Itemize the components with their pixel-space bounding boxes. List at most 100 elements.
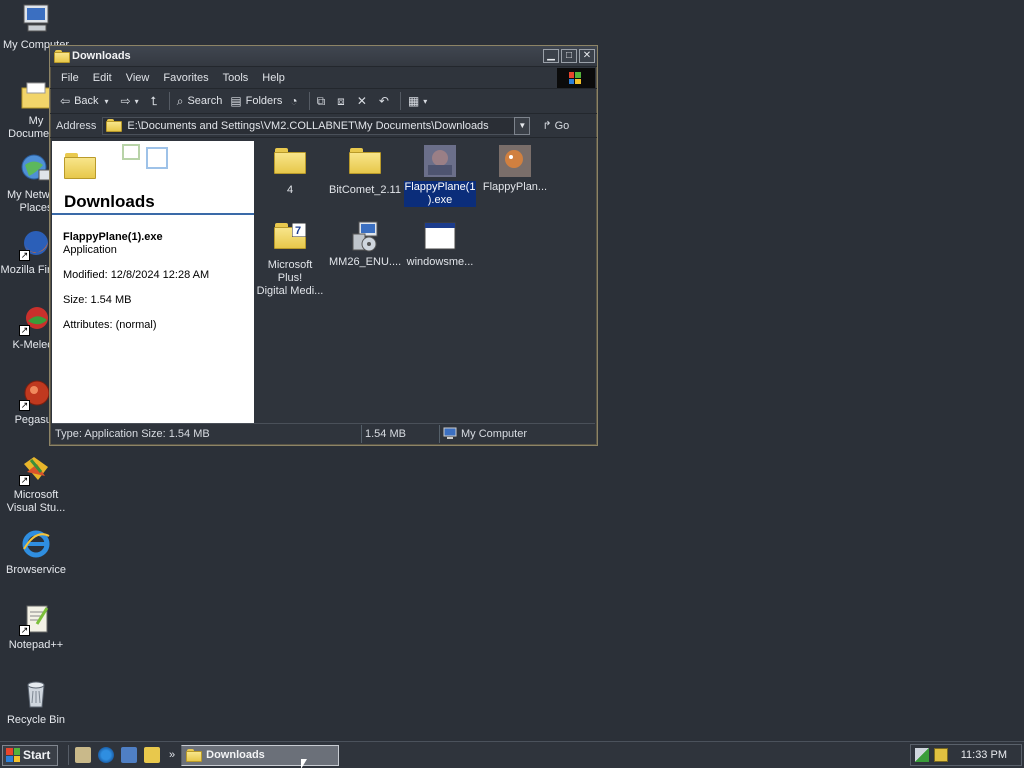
details-pane-title: Downloads xyxy=(64,192,155,211)
windows-explorer-icon[interactable] xyxy=(144,747,160,763)
recycle-bin-icon xyxy=(19,677,53,711)
app-icon xyxy=(499,145,531,177)
views-button[interactable]: ▦ ▾ xyxy=(404,94,435,108)
up-folder-button[interactable]: ⮤ xyxy=(147,94,166,109)
move-to-button[interactable]: ⧉ xyxy=(313,94,334,109)
folder-icon xyxy=(186,748,203,762)
history-button[interactable]: ◔ xyxy=(286,94,305,108)
folder-icon xyxy=(64,153,96,179)
desktop-icon-label: Recycle Bin xyxy=(6,714,66,726)
folder-icon xyxy=(106,119,123,132)
shortcut-arrow-icon: ↗ xyxy=(19,400,30,411)
folders-button[interactable]: ▤ Folders xyxy=(226,94,286,108)
computer-icon xyxy=(443,427,457,439)
address-dropdown-button[interactable]: ▼ xyxy=(514,116,531,135)
taskbar-button-downloads[interactable]: Downloads xyxy=(181,744,340,766)
file-label: BitComet_2.11 xyxy=(329,184,401,196)
window-titlebar[interactable]: Downloads ▁ □ ✕ xyxy=(50,46,597,67)
status-size: 1.54 MB xyxy=(362,424,440,443)
app-badge-icon: 7 xyxy=(292,223,306,237)
file-item-mm26-enu[interactable]: MM26_ENU.... xyxy=(328,220,402,269)
menu-tools[interactable]: Tools xyxy=(216,72,256,84)
start-label: Start xyxy=(23,748,51,762)
desktop-icon-visual-studio[interactable]: ↗ Microsoft Visual Stu... xyxy=(0,452,72,515)
file-label: FlappyPlan... xyxy=(482,181,548,193)
folder-icon xyxy=(349,148,381,180)
copy-to-button[interactable]: ⧈ xyxy=(333,94,353,109)
internet-explorer-icon xyxy=(19,527,53,561)
pegasus-icon: ↗ xyxy=(19,377,53,411)
window-content: Downloads FlappyPlane(1).exe Application… xyxy=(52,141,595,423)
file-item-microsoft-plus[interactable]: 7 Microsoft Plus! Digital Medi... xyxy=(253,220,327,298)
menu-favorites[interactable]: Favorites xyxy=(156,72,215,84)
undo-button[interactable]: ↶ xyxy=(375,94,397,108)
delete-icon: ✕ xyxy=(356,94,367,108)
firefox-icon: ↗ xyxy=(19,227,53,261)
menu-view[interactable]: View xyxy=(119,72,157,84)
address-path: E:\Documents and Settings\VM2.COLLABNET\… xyxy=(127,119,489,132)
status-bar: Type: Application Size: 1.54 MB 1.54 MB … xyxy=(52,423,595,443)
back-label: Back xyxy=(74,95,99,107)
undo-icon: ↶ xyxy=(378,94,389,108)
toolbar-separator xyxy=(399,92,401,110)
desktop-icon-recycle-bin[interactable]: Recycle Bin xyxy=(0,677,72,727)
window-title: Downloads xyxy=(72,50,131,62)
menu-bar: File Edit View Favorites Tools Help xyxy=(50,67,597,89)
menu-edit[interactable]: Edit xyxy=(86,72,119,84)
folder-icon xyxy=(54,50,70,63)
show-desktop-icon[interactable] xyxy=(75,747,91,763)
computer-icon xyxy=(19,2,53,36)
svg-text:7: 7 xyxy=(295,225,301,237)
back-button[interactable]: ⇦ Back ▾ xyxy=(56,94,117,108)
k-meleon-icon: ↗ xyxy=(19,302,53,336)
shortcut-arrow-icon: ↗ xyxy=(19,475,30,486)
history-icon: ◔ xyxy=(290,94,298,108)
shortcut-arrow-icon: ↗ xyxy=(19,625,30,636)
go-label: Go xyxy=(554,119,570,132)
file-item-flappyplane-exe[interactable]: FlappyPlan... xyxy=(478,145,552,194)
network-tray-icon[interactable] xyxy=(915,748,929,762)
file-item-windowsme[interactable]: windowsme... xyxy=(403,220,477,269)
close-button[interactable]: ✕ xyxy=(579,49,595,63)
notepad-plus-plus-icon: ↗ xyxy=(19,602,53,636)
selected-file-type: Application xyxy=(63,244,117,256)
windows-logo-icon xyxy=(6,748,20,762)
quick-launch-overflow-button[interactable]: » xyxy=(169,749,175,761)
installer-icon xyxy=(349,220,381,252)
delete-button[interactable]: ✕ xyxy=(353,94,375,108)
address-input[interactable]: E:\Documents and Settings\VM2.COLLABNET\… xyxy=(102,116,531,135)
file-list[interactable]: 4 BitComet_2.11 FlappyPlane(1 ).exe Flap… xyxy=(254,141,595,423)
shortcut-arrow-icon: ↗ xyxy=(19,325,30,336)
maximize-button[interactable]: □ xyxy=(561,49,577,63)
toolbar-separator xyxy=(308,92,310,110)
go-button[interactable]: ↱ Go xyxy=(542,119,570,133)
clock[interactable]: 11:33 PM xyxy=(961,749,1007,761)
file-attributes: Attributes: (normal) xyxy=(63,319,157,331)
outlook-express-icon[interactable] xyxy=(121,747,137,763)
explorer-window[interactable]: Downloads ▁ □ ✕ File Edit View Favorites… xyxy=(49,45,598,446)
file-label: 4 xyxy=(286,184,294,196)
status-zone: My Computer xyxy=(440,425,594,443)
file-item-folder-4[interactable]: 4 xyxy=(253,145,327,197)
desktop-icon-label: Microsoft Visual Stu... xyxy=(6,489,66,514)
forward-button[interactable]: ⇨ ▾ xyxy=(117,94,147,108)
desktop-icon-notepad-plus-plus[interactable]: ↗ Notepad++ xyxy=(0,602,72,652)
search-button[interactable]: ⌕ Search xyxy=(173,94,227,109)
internet-explorer-icon[interactable] xyxy=(98,747,114,763)
shortcut-arrow-icon: ↗ xyxy=(19,250,30,261)
back-arrow-icon: ⇦ xyxy=(60,94,71,108)
app-icon xyxy=(424,145,456,177)
menu-help[interactable]: Help xyxy=(255,72,292,84)
desktop-icon-browservice[interactable]: Browservice xyxy=(0,527,72,577)
security-tray-icon[interactable] xyxy=(934,748,948,762)
file-item-flappyplane-1-exe[interactable]: FlappyPlane(1 ).exe xyxy=(403,145,477,207)
system-tray: 11:33 PM xyxy=(910,744,1022,766)
dropdown-arrow-icon: ▾ xyxy=(423,96,428,106)
selected-file-name: FlappyPlane(1).exe xyxy=(63,231,163,243)
standard-toolbar: ⇦ Back ▾ ⇨ ▾ ⮤ ⌕ Search ▤ Folders ◔ ⧉ ⧈ … xyxy=(50,89,597,114)
start-button[interactable]: Start xyxy=(2,744,58,766)
decorative-square xyxy=(146,147,168,169)
minimize-button[interactable]: ▁ xyxy=(543,49,559,63)
file-item-folder-bitcomet[interactable]: BitComet_2.11 xyxy=(328,145,402,197)
menu-file[interactable]: File xyxy=(54,72,86,84)
